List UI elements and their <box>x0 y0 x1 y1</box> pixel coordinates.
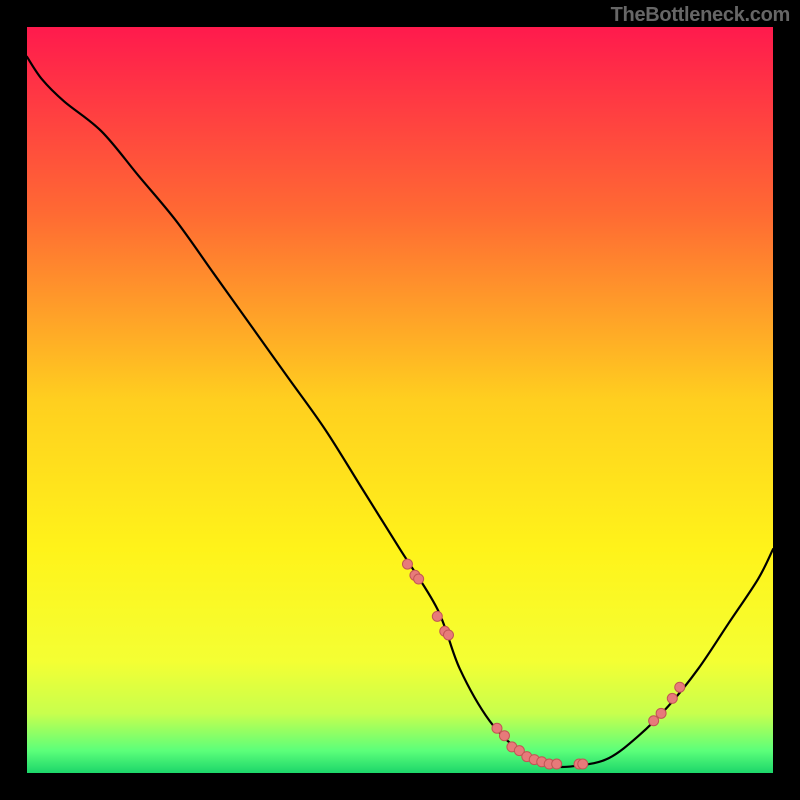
data-point <box>432 611 442 621</box>
data-point <box>656 708 666 718</box>
chart-frame: TheBottleneck.com <box>0 0 800 800</box>
attribution-text: TheBottleneck.com <box>611 4 790 27</box>
data-point <box>649 716 659 726</box>
data-point <box>552 759 562 769</box>
data-point <box>492 723 502 733</box>
data-point <box>675 682 685 692</box>
data-point <box>499 731 509 741</box>
data-point <box>578 759 588 769</box>
data-point <box>667 693 677 703</box>
chart-svg <box>27 27 773 773</box>
chart-plot-area <box>27 27 773 773</box>
data-point <box>402 559 412 569</box>
data-point <box>414 574 424 584</box>
chart-background <box>27 27 773 773</box>
data-point <box>443 630 453 640</box>
